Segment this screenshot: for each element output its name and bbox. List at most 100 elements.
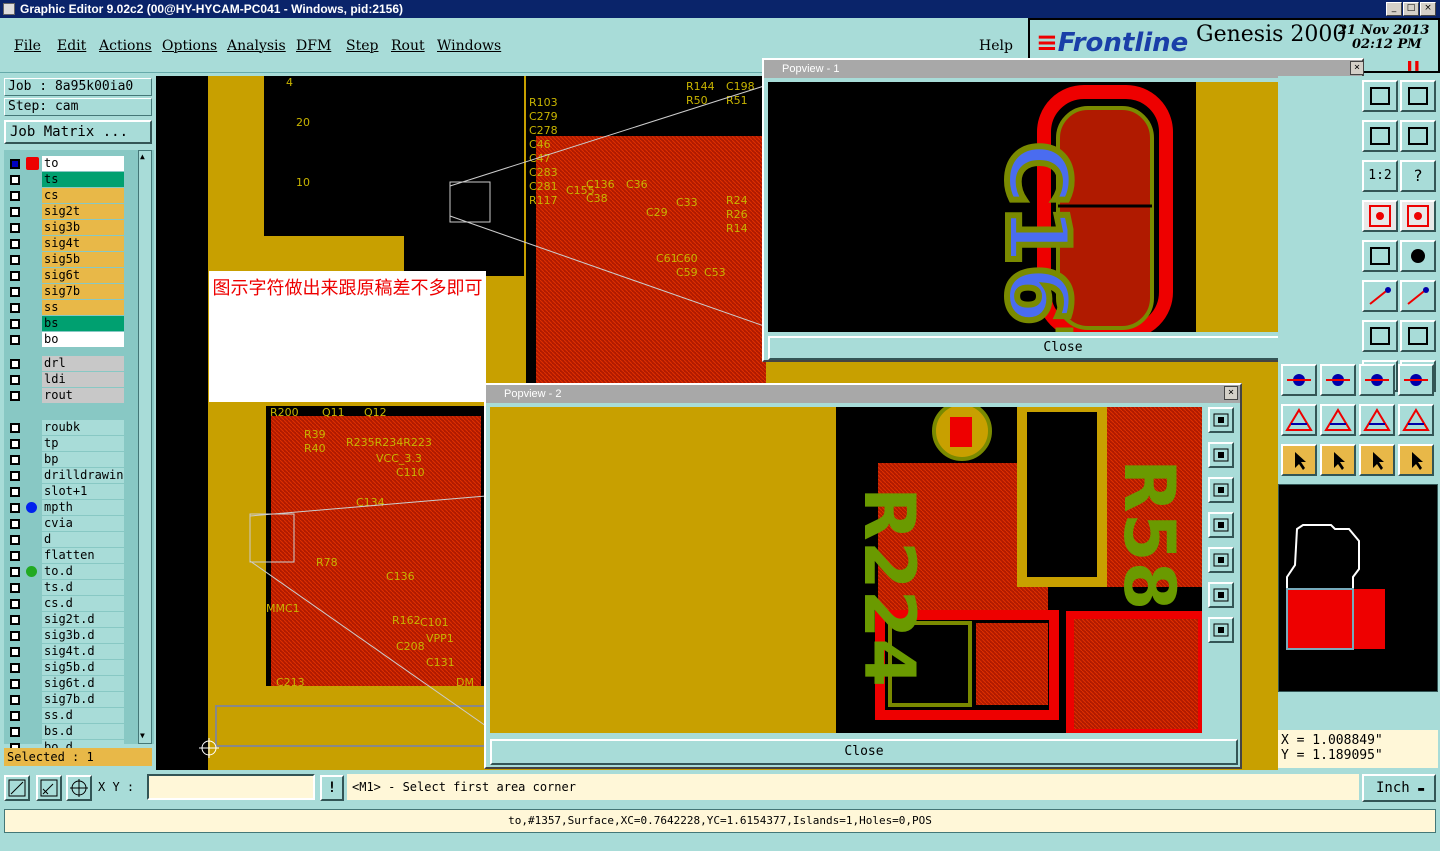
layer-name[interactable]: flatten	[42, 548, 124, 563]
layer-name[interactable]: sig2t	[42, 204, 124, 219]
snap-red-icon[interactable]	[1362, 200, 1398, 232]
layer-name[interactable]: tp	[42, 436, 124, 451]
layer-checkbox[interactable]	[10, 359, 20, 369]
layer-row-bp[interactable]: bp	[6, 452, 124, 467]
layer-name[interactable]: sig4t	[42, 236, 124, 251]
layer-name[interactable]: cvia	[42, 516, 124, 531]
layer-name[interactable]: bs	[42, 316, 124, 331]
layer-row-bo[interactable]: bo	[6, 332, 124, 347]
layer-name[interactable]: bp	[42, 452, 124, 467]
layer-row-sig3b[interactable]: sig3b	[6, 220, 124, 235]
layer-row-sig7b.d[interactable]: sig7b.d	[6, 692, 124, 707]
layer-row-flatten[interactable]: flatten	[6, 548, 124, 563]
menu-actions[interactable]: Actions	[99, 38, 152, 54]
layer-checkbox[interactable]	[10, 631, 20, 641]
layer-row-ts[interactable]: ts	[6, 172, 124, 187]
layer-name[interactable]: sig3b	[42, 220, 124, 235]
layer-row-sig3b.d[interactable]: sig3b.d	[6, 628, 124, 643]
layer-name[interactable]: roubk	[42, 420, 124, 435]
layer-row-cs.d[interactable]: cs.d	[6, 596, 124, 611]
layer-row-bs[interactable]: bs	[6, 316, 124, 331]
layer-row-roubk[interactable]: roubk	[6, 420, 124, 435]
layer-name[interactable]: bs.d	[42, 724, 124, 739]
layer-name[interactable]: cs	[42, 188, 124, 203]
pad-flash-icon[interactable]	[1281, 364, 1317, 396]
layer-name[interactable]: rout	[42, 388, 124, 403]
layer-name[interactable]: sig2t.d	[42, 612, 124, 627]
layer-row-mpth[interactable]: mpth	[6, 500, 124, 515]
snap-red2-icon[interactable]	[1400, 200, 1436, 232]
mirror-icon[interactable]	[1400, 320, 1436, 352]
layer-checkbox[interactable]	[10, 391, 20, 401]
layer-checkbox[interactable]	[10, 551, 20, 561]
scroll-up-icon[interactable]: ▲	[140, 152, 150, 162]
triangle-d-icon[interactable]	[1398, 404, 1434, 436]
layer-row-drl[interactable]: drl	[6, 356, 124, 371]
layer-checkbox[interactable]	[10, 615, 20, 625]
popview-2-tool-2-icon[interactable]	[1208, 442, 1234, 468]
layer-name[interactable]: ss.d	[42, 708, 124, 723]
layer-row-sig2t.d[interactable]: sig2t.d	[6, 612, 124, 627]
popview-1-close-button[interactable]: Close	[768, 336, 1358, 360]
layer-checkbox[interactable]	[10, 223, 20, 233]
dot-icon[interactable]	[1400, 240, 1436, 272]
layer-name[interactable]: drilldrawing	[42, 468, 124, 483]
trace-icon[interactable]	[1320, 364, 1356, 396]
menu-rout[interactable]: Rout	[391, 38, 425, 54]
arc-icon[interactable]	[1400, 280, 1436, 312]
popview-1-close-icon[interactable]: ×	[1350, 61, 1364, 75]
layer-name[interactable]: ts	[42, 172, 124, 187]
scroll-down-icon[interactable]: ▼	[140, 731, 150, 741]
layer-checkbox[interactable]	[10, 519, 20, 529]
layer-row-sig4t[interactable]: sig4t	[6, 236, 124, 251]
layer-name[interactable]: bo	[42, 332, 124, 347]
home-icon[interactable]	[1362, 80, 1398, 112]
layer-name[interactable]: sig6t	[42, 268, 124, 283]
help-icon[interactable]: ?	[1400, 160, 1436, 192]
menu-analysis[interactable]: Analysis	[227, 38, 286, 54]
shape-icon[interactable]	[1398, 364, 1434, 396]
layer-checkbox[interactable]	[10, 335, 20, 345]
popview-2-canvas[interactable]: R224 R58	[490, 407, 1202, 733]
zoom-in-icon[interactable]	[1362, 120, 1398, 152]
layer-row-ts.d[interactable]: ts.d	[6, 580, 124, 595]
layer-checkbox[interactable]	[10, 287, 20, 297]
layer-row-drilldrawing[interactable]: drilldrawing	[6, 468, 124, 483]
pointer-icon[interactable]	[1281, 444, 1317, 476]
measure-icon[interactable]	[36, 775, 62, 801]
triangle-c-icon[interactable]	[1359, 404, 1395, 436]
menu-dfm[interactable]: DFM	[296, 38, 331, 54]
layer-name[interactable]: to.d	[42, 564, 124, 579]
triangle-b-icon[interactable]	[1320, 404, 1356, 436]
layer-row-d[interactable]: d	[6, 532, 124, 547]
layer-checkbox[interactable]	[10, 239, 20, 249]
menu-step[interactable]: Step	[346, 38, 378, 54]
menu-help[interactable]: Help	[979, 38, 1013, 54]
layer-checkbox[interactable]	[10, 535, 20, 545]
maximize-button[interactable]: □	[1403, 2, 1419, 16]
layer-checkbox[interactable]	[10, 423, 20, 433]
popview-2-close-button[interactable]: Close	[490, 739, 1238, 765]
job-matrix-button[interactable]: Job Matrix ...	[4, 120, 152, 144]
grid-snap-icon[interactable]	[66, 775, 92, 801]
net-icon[interactable]	[1398, 444, 1434, 476]
minimap[interactable]	[1278, 484, 1438, 692]
ratio-icon[interactable]: 1:2	[1362, 160, 1398, 192]
layer-row-bs.d[interactable]: bs.d	[6, 724, 124, 739]
zoom-window-icon[interactable]	[4, 775, 30, 801]
fit-icon[interactable]	[1400, 80, 1436, 112]
menu-edit[interactable]: Edit	[57, 38, 86, 54]
layer-checkbox[interactable]	[10, 695, 20, 705]
layer-name[interactable]: ldi	[42, 372, 124, 387]
popview-2-tool-3-icon[interactable]	[1208, 477, 1234, 503]
layer-name[interactable]: cs.d	[42, 596, 124, 611]
layer-checkbox[interactable]	[10, 679, 20, 689]
layer-checkbox[interactable]	[10, 159, 20, 169]
ruler-icon[interactable]	[1362, 240, 1398, 272]
layer-row-ldi[interactable]: ldi	[6, 372, 124, 387]
layer-row-sig2t[interactable]: sig2t	[6, 204, 124, 219]
layer-checkbox[interactable]	[10, 375, 20, 385]
lasso-icon[interactable]	[1359, 444, 1395, 476]
layer-row-sig6t.d[interactable]: sig6t.d	[6, 676, 124, 691]
popview-1-canvas[interactable]: C167	[768, 82, 1324, 332]
